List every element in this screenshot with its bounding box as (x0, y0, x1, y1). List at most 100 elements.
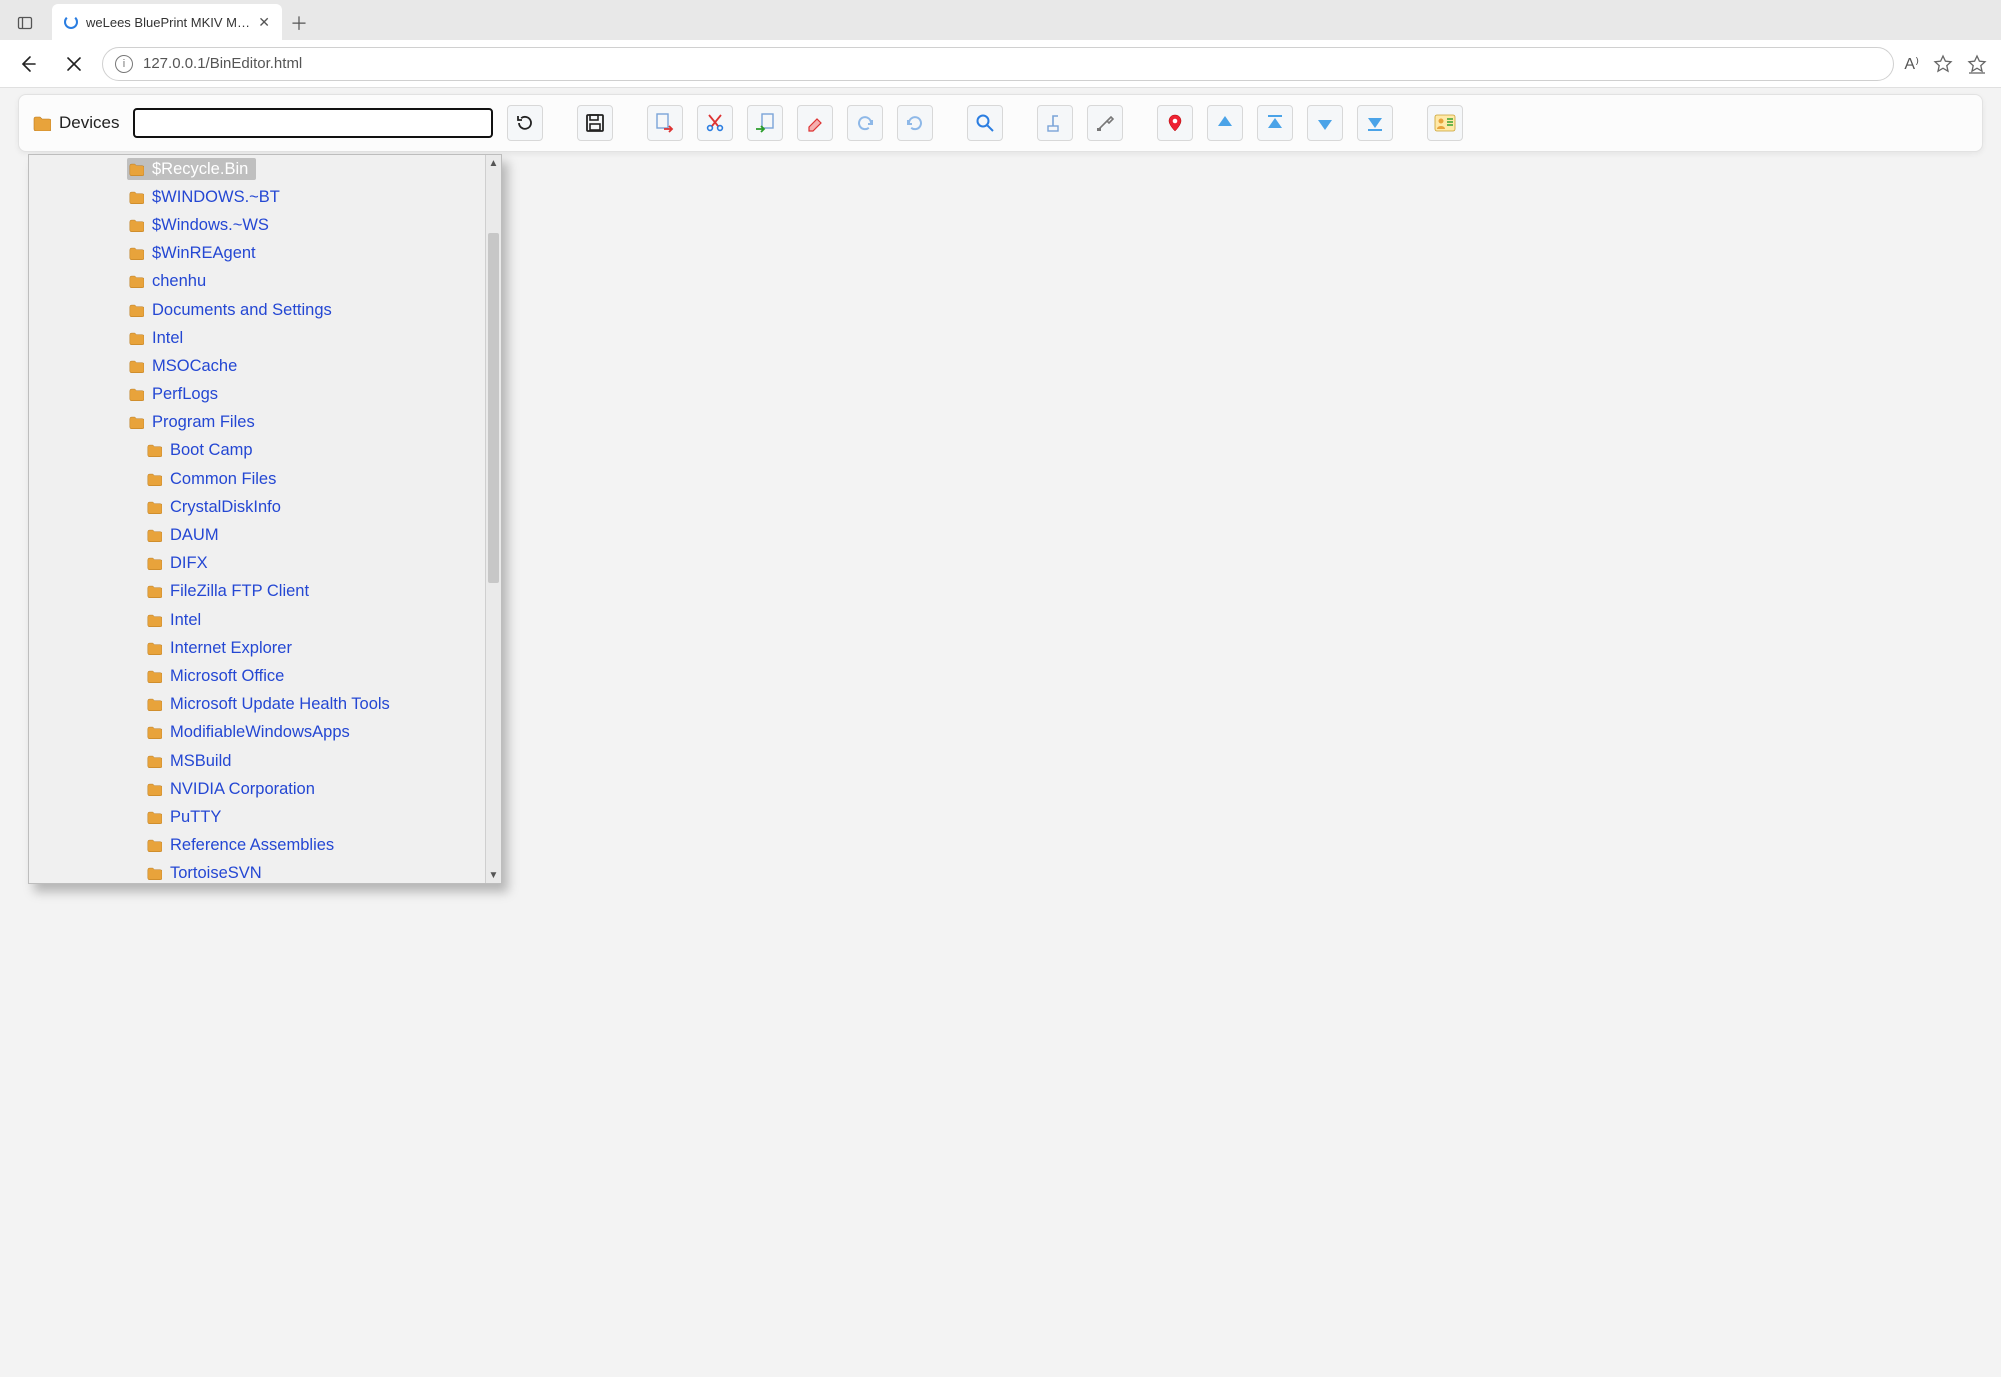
tree-item-label: Boot Camp (170, 441, 253, 460)
tree-item[interactable]: NVIDIA Corporation (29, 775, 501, 803)
devices-button[interactable]: Devices (33, 113, 119, 133)
refresh-button[interactable] (507, 105, 543, 141)
tree-item-label: CrystalDiskInfo (170, 498, 281, 517)
tree-item[interactable]: Program Files (29, 409, 501, 437)
tree-item[interactable]: CrystalDiskInfo (29, 493, 501, 521)
tree-item-label: Internet Explorer (170, 639, 292, 658)
address-row: i 127.0.0.1/BinEditor.html A⁾ (0, 40, 2001, 88)
save-button[interactable] (577, 105, 613, 141)
path-input[interactable] (133, 108, 493, 138)
folder-icon (129, 219, 144, 232)
address-bar[interactable]: i 127.0.0.1/BinEditor.html (102, 47, 1894, 81)
tree-item[interactable]: ModifiableWindowsApps (29, 719, 501, 747)
tree-scrollbar[interactable]: ▲ ▼ (485, 155, 501, 883)
tree-item-label: DIFX (170, 554, 208, 573)
tab-close-icon[interactable]: ✕ (258, 14, 270, 31)
tree-item[interactable]: DAUM (29, 521, 501, 549)
tree-item-label: ModifiableWindowsApps (170, 723, 350, 742)
new-tab-button[interactable]: ＋ (282, 6, 316, 40)
tree-item-label: MSBuild (170, 752, 231, 771)
tree-item[interactable]: Internet Explorer (29, 634, 501, 662)
tree-item[interactable]: DIFX (29, 550, 501, 578)
tree-item[interactable]: PerfLogs (29, 381, 501, 409)
site-info-icon[interactable]: i (115, 55, 133, 73)
tree-item-label: FileZilla FTP Client (170, 582, 309, 601)
folder-icon (147, 811, 162, 824)
folder-icon (129, 388, 144, 401)
tree-item-label: $WinREAgent (152, 244, 256, 263)
tree-item[interactable]: Documents and Settings (29, 296, 501, 324)
tree-item-label: Documents and Settings (152, 301, 332, 320)
folder-icon (147, 642, 162, 655)
tree-item[interactable]: Common Files (29, 465, 501, 493)
scrollbar-up-arrow-icon[interactable]: ▲ (486, 155, 501, 171)
tree-item[interactable]: TortoiseSVN (29, 860, 501, 883)
inspect-button[interactable] (1037, 105, 1073, 141)
folder-icon (129, 247, 144, 260)
goto-button[interactable] (1157, 105, 1193, 141)
scroll-down-button[interactable] (1307, 105, 1343, 141)
tree-item-label: Reference Assemblies (170, 836, 334, 855)
tree-item[interactable]: Boot Camp (29, 437, 501, 465)
folder-icon (147, 726, 162, 739)
tree-item[interactable]: MSOCache (29, 352, 501, 380)
tree-item-label: $WINDOWS.~BT (152, 188, 280, 207)
read-aloud-icon[interactable]: A⁾ (1904, 54, 1919, 74)
tree-item[interactable]: Intel (29, 324, 501, 352)
folder-icon (129, 360, 144, 373)
folder-icon (147, 614, 162, 627)
import-button[interactable] (747, 105, 783, 141)
tab-loading-spinner-icon (64, 15, 78, 29)
tree-item[interactable]: Reference Assemblies (29, 832, 501, 860)
tree-item[interactable]: FileZilla FTP Client (29, 578, 501, 606)
tree-item[interactable]: $WINDOWS.~BT (29, 183, 501, 211)
favorites-menu-icon[interactable] (1967, 54, 1987, 74)
scroll-top-button[interactable] (1257, 105, 1293, 141)
cut-button[interactable] (697, 105, 733, 141)
folder-icon (147, 501, 162, 514)
export-button[interactable] (647, 105, 683, 141)
tree-item[interactable]: Microsoft Update Health Tools (29, 691, 501, 719)
tree-item[interactable]: $Recycle.Bin (29, 155, 501, 183)
profile-button[interactable] (1427, 105, 1463, 141)
tree-item[interactable]: Intel (29, 606, 501, 634)
redo-button[interactable] (897, 105, 933, 141)
stop-button[interactable] (56, 46, 92, 82)
browser-chrome: weLees BluePrint MKIV Mod5 St… ✕ ＋ i 127… (0, 0, 2001, 88)
tree-item-label: Microsoft Office (170, 667, 284, 686)
tree-item-label: Intel (152, 329, 183, 348)
app-toolbar: Devices (18, 94, 1983, 152)
tab-actions-button[interactable] (8, 6, 42, 40)
search-button[interactable] (967, 105, 1003, 141)
address-right-controls: A⁾ (1904, 54, 1991, 74)
tree-item-label: chenhu (152, 272, 206, 291)
tree-item[interactable]: $WinREAgent (29, 240, 501, 268)
erase-button[interactable] (797, 105, 833, 141)
tree-item[interactable]: MSBuild (29, 747, 501, 775)
folder-icon (129, 332, 144, 345)
tree-item-label: PerfLogs (152, 385, 218, 404)
tools-button[interactable] (1087, 105, 1123, 141)
tree-item[interactable]: PuTTY (29, 803, 501, 831)
folder-icon (33, 116, 51, 131)
tree-item-label: Intel (170, 611, 201, 630)
tree-item[interactable]: chenhu (29, 268, 501, 296)
tree-item[interactable]: $Windows.~WS (29, 211, 501, 239)
folder-icon (129, 304, 144, 317)
tab-title: weLees BluePrint MKIV Mod5 St… (86, 15, 250, 30)
scrollbar-thumb[interactable] (488, 233, 499, 583)
scroll-bottom-button[interactable] (1357, 105, 1393, 141)
browser-tab[interactable]: weLees BluePrint MKIV Mod5 St… ✕ (52, 4, 282, 40)
scrollbar-down-arrow-icon[interactable]: ▼ (486, 867, 501, 883)
folder-icon (129, 191, 144, 204)
favorite-icon[interactable] (1933, 54, 1953, 74)
tree-item[interactable]: Microsoft Office (29, 662, 501, 690)
tree-item-label: NVIDIA Corporation (170, 780, 315, 799)
tree-item-label: Microsoft Update Health Tools (170, 695, 390, 714)
tree-item-label: $Windows.~WS (152, 216, 269, 235)
undo-button[interactable] (847, 105, 883, 141)
back-button[interactable] (10, 46, 46, 82)
tree-item-label: MSOCache (152, 357, 237, 376)
scroll-up-button[interactable] (1207, 105, 1243, 141)
folder-icon (147, 867, 162, 880)
